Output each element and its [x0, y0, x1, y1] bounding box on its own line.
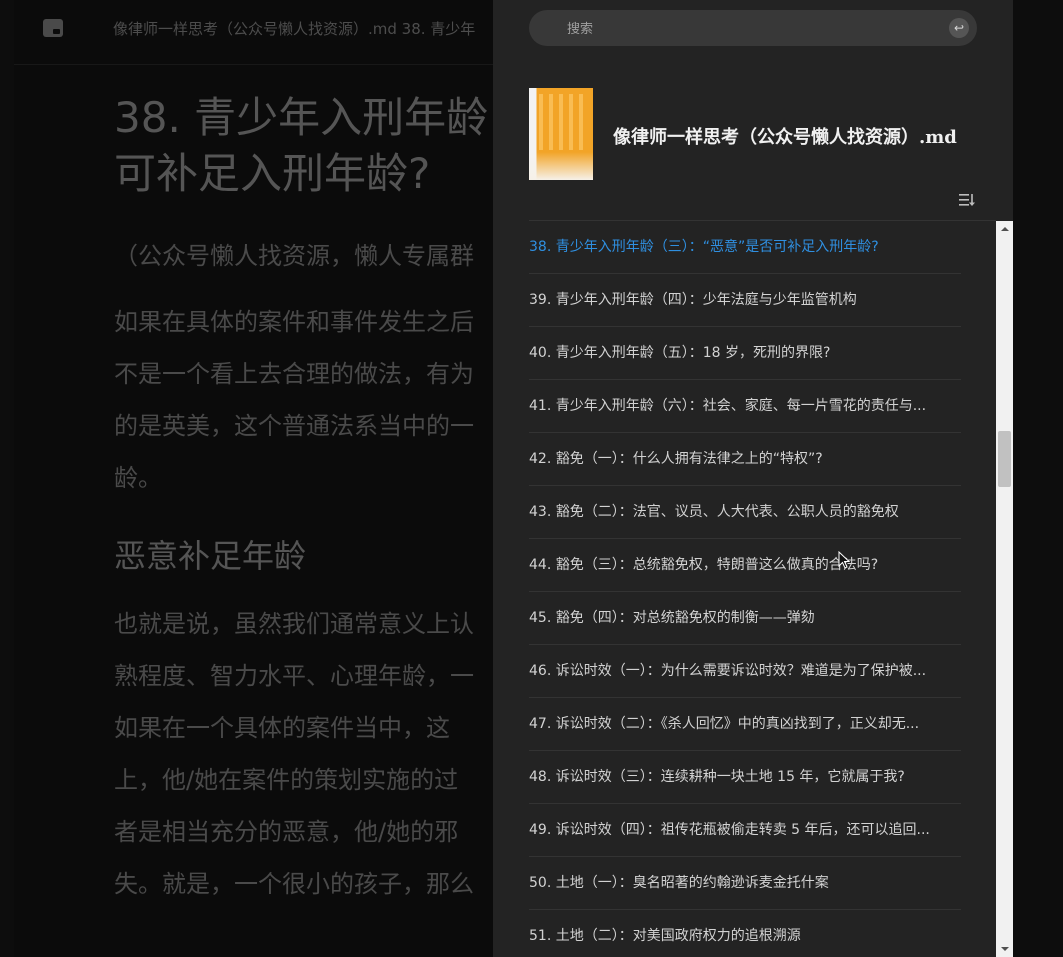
- scroll-thumb[interactable]: [998, 431, 1011, 487]
- book-cover: [529, 88, 593, 180]
- toc-item[interactable]: 46. 诉讼时效（一）：为什么需要诉讼时效？难道是为了保护被...: [529, 645, 961, 698]
- toc-item[interactable]: 41. 青少年入刑年龄（六）：社会、家庭、每一片雪花的责任与...: [529, 380, 961, 433]
- toc-scrollbar[interactable]: [996, 221, 1013, 957]
- toc-item[interactable]: 42. 豁免（一）：什么人拥有法律之上的“特权”?: [529, 433, 961, 486]
- toc-item[interactable]: 40. 青少年入刑年龄（五）：18 岁，死刑的界限?: [529, 327, 961, 380]
- sidebar-toggle-icon[interactable]: [43, 19, 63, 37]
- toc-item[interactable]: 38. 青少年入刑年龄（三）：“恶意”是否可补足入刑年龄?: [529, 221, 961, 274]
- reader-title: 像律师一样思考（公众号懒人找资源）.md 38. 青少年: [113, 20, 476, 38]
- scroll-down-arrow-icon[interactable]: [996, 940, 1013, 957]
- toc-item[interactable]: 48. 诉讼时效（三）：连续耕种一块土地 15 年，它就属于我?: [529, 751, 961, 804]
- toc-item[interactable]: 43. 豁免（二）：法官、议员、人大代表、公职人员的豁免权: [529, 486, 961, 539]
- sort-icon[interactable]: [959, 193, 975, 207]
- toc-item[interactable]: 45. 豁免（四）：对总统豁免权的制衡——弹劾: [529, 592, 961, 645]
- book-title: 像律师一样思考（公众号懒人找资源）.md: [613, 127, 957, 148]
- toc-item[interactable]: 49. 诉讼时效（四）：祖传花瓶被偷走转卖 5 年后，还可以追回...: [529, 804, 961, 857]
- window-edge: [1013, 0, 1063, 957]
- toc-panel: ↩ 像律师一样思考（公众号懒人找资源）.md 38. 青少年入刑年龄（三）：“恶…: [493, 0, 1013, 957]
- toc-item[interactable]: 47. 诉讼时效（二）：《杀人回忆》中的真凶找到了，正义却无...: [529, 698, 961, 751]
- search-box: ↩: [529, 10, 977, 48]
- toc-item[interactable]: 51. 土地（二）：对美国政府权力的追根溯源: [529, 910, 961, 957]
- toc-item[interactable]: 50. 土地（一）：臭名昭著的约翰逊诉麦金托什案: [529, 857, 961, 910]
- search-input[interactable]: [565, 10, 939, 48]
- enter-icon[interactable]: ↩: [949, 18, 969, 38]
- mouse-cursor-icon: [838, 551, 850, 569]
- toc-item[interactable]: 39. 青少年入刑年龄（四）：少年法庭与少年监管机构: [529, 274, 961, 327]
- toc-item[interactable]: 44. 豁免（三）：总统豁免权，特朗普这么做真的合法吗?: [529, 539, 961, 592]
- scroll-up-arrow-icon[interactable]: [996, 221, 1013, 238]
- toc-list: 38. 青少年入刑年龄（三）：“恶意”是否可补足入刑年龄? 39. 青少年入刑年龄…: [529, 221, 961, 957]
